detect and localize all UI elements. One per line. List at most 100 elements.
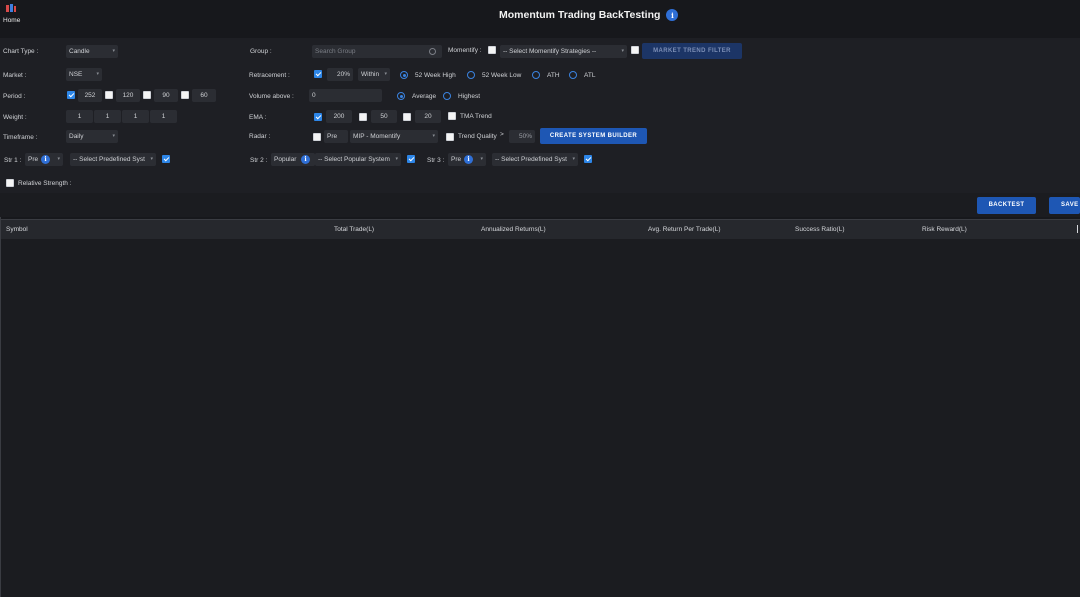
radio-52-week-high-label: 52 Week High (415, 72, 456, 79)
period-2-checkbox[interactable] (105, 91, 113, 99)
save-button[interactable]: SAVE (1049, 197, 1080, 214)
search-icon[interactable] (429, 48, 436, 55)
momentify-strategy-select[interactable]: -- Select Momentify Strategies -- ▾ (500, 45, 627, 58)
relative-strength-checkbox[interactable] (6, 179, 14, 187)
market-select[interactable]: NSE ▾ (66, 68, 102, 81)
ema-2-input[interactable]: 50 (371, 110, 397, 123)
column-total-trade[interactable]: Total Trade(L) (334, 226, 374, 233)
chevron-down-icon: ▾ (150, 156, 153, 162)
str2-strategy-select[interactable]: -- Select Popular System ▾ (315, 153, 401, 166)
volume-above-input[interactable]: 0 (309, 89, 382, 102)
str2-strategy-value: -- Select Popular System (318, 156, 390, 163)
column-symbol[interactable]: Symbol (6, 226, 28, 233)
retracement-mode-select[interactable]: Within ▾ (358, 68, 390, 81)
trend-quality-label: Trend Quality (458, 133, 497, 140)
chart-type-value: Candle (69, 48, 90, 55)
home-link[interactable]: Home (3, 17, 20, 24)
radio-highest[interactable] (443, 92, 451, 100)
str3-type-select[interactable]: Pre i ▾ (448, 153, 486, 166)
period-3-checkbox[interactable] (143, 91, 151, 99)
column-annualized-returns[interactable]: Annualized Returns(L) (481, 226, 546, 233)
period-2-input[interactable]: 120 (116, 89, 140, 102)
market-trend-filter-checkbox[interactable] (631, 46, 639, 54)
period-1-checkbox[interactable] (67, 91, 75, 99)
radar-checkbox[interactable] (313, 133, 321, 141)
page-title: Momentum Trading BackTesting (499, 9, 661, 21)
str3-checkbox[interactable] (584, 155, 592, 163)
relative-strength-label: Relative Strength : (18, 180, 72, 187)
column-divider (1077, 225, 1078, 233)
period-3-input[interactable]: 90 (154, 89, 178, 102)
retracement-checkbox[interactable] (314, 70, 322, 78)
ema-2-checkbox[interactable] (359, 113, 367, 121)
momentify-checkbox[interactable] (488, 46, 496, 54)
info-icon[interactable]: i (666, 9, 679, 21)
column-risk-reward[interactable]: Risk Reward(L) (922, 226, 967, 233)
str1-strategy-select[interactable]: -- Select Predefined Syst ▾ (70, 153, 156, 166)
weight-4-input[interactable]: 1 (150, 110, 177, 123)
radio-52-week-low[interactable] (467, 71, 475, 79)
radar-strategy-select[interactable]: MIP - Momentify ▾ (350, 130, 438, 143)
str2-type-select[interactable]: Popular i (271, 153, 315, 166)
str1-label: Str 1 : (4, 157, 22, 164)
ema-1-input[interactable]: 200 (326, 110, 352, 123)
str1-checkbox[interactable] (162, 155, 170, 163)
results-table-body (0, 239, 1080, 597)
chart-type-label: Chart Type : (3, 48, 39, 55)
ema-3-input[interactable]: 20 (415, 110, 441, 123)
create-system-builder-button[interactable]: CREATE SYSTEM BUILDER (540, 128, 647, 144)
period-4-checkbox[interactable] (181, 91, 189, 99)
info-icon[interactable]: i (41, 155, 50, 164)
radio-atl[interactable] (569, 71, 577, 79)
market-value: NSE (69, 71, 83, 78)
weight-2-input[interactable]: 1 (94, 110, 121, 123)
chevron-down-icon: ▾ (432, 133, 435, 139)
info-icon[interactable]: i (464, 155, 473, 164)
radio-average[interactable] (397, 92, 405, 100)
str3-label: Str 3 : (427, 157, 445, 164)
chevron-down-icon: ▾ (57, 156, 60, 162)
column-success-ratio[interactable]: Success Ratio(L) (795, 226, 845, 233)
market-label: Market : (3, 72, 27, 79)
trend-quality-operator: > (500, 131, 504, 138)
results-table-header: Symbol Total Trade(L) Annualized Returns… (0, 219, 1080, 239)
chevron-down-icon: ▾ (572, 156, 575, 162)
momentify-strategy-value: -- Select Momentify Strategies -- (503, 48, 597, 55)
trend-quality-checkbox[interactable] (446, 133, 454, 141)
group-search-input[interactable]: Search Group (312, 45, 442, 58)
backtest-button[interactable]: BACKTEST (977, 197, 1036, 214)
radio-ath-label: ATH (547, 72, 560, 79)
volume-above-label: Volume above : (249, 93, 294, 100)
timeframe-label: Timeframe : (3, 134, 38, 141)
ema-1-checkbox[interactable] (314, 113, 322, 121)
period-4-input[interactable]: 60 (192, 89, 216, 102)
market-trend-filter-button[interactable]: MARKET TREND FILTER (642, 43, 742, 59)
period-label: Period : (3, 93, 26, 100)
home-icon[interactable] (5, 4, 17, 13)
weight-3-input[interactable]: 1 (122, 110, 149, 123)
trend-quality-unit: % (526, 133, 532, 140)
retracement-unit: % (344, 71, 350, 78)
chevron-down-icon: ▾ (96, 71, 99, 77)
info-icon[interactable]: i (301, 155, 310, 164)
ema-label: EMA : (249, 114, 267, 121)
ema-3-checkbox[interactable] (403, 113, 411, 121)
momentify-label: Momentify : (448, 47, 482, 54)
column-avg-return-per-trade[interactable]: Avg. Return Per Trade(L) (648, 226, 721, 233)
retracement-value-input[interactable]: 20% (327, 68, 353, 81)
str3-strategy-select[interactable]: -- Select Predefined Syst ▾ (492, 153, 578, 166)
str2-checkbox[interactable] (407, 155, 415, 163)
str1-type-select[interactable]: Pre i ▾ (25, 153, 63, 166)
period-1-input[interactable]: 252 (78, 89, 102, 102)
trend-quality-input[interactable]: 50% (509, 130, 535, 143)
action-bar (0, 193, 1080, 217)
retracement-mode-value: Within (361, 71, 380, 78)
radar-type-select[interactable]: Pre (324, 130, 348, 143)
weight-1-input[interactable]: 1 (66, 110, 93, 123)
chart-type-select[interactable]: Candle ▾ (66, 45, 118, 58)
tma-trend-checkbox[interactable] (448, 112, 456, 120)
radio-ath[interactable] (532, 71, 540, 79)
chevron-down-icon: ▾ (395, 156, 398, 162)
radio-52-week-high[interactable] (400, 71, 408, 79)
timeframe-select[interactable]: Daily ▾ (66, 130, 118, 143)
